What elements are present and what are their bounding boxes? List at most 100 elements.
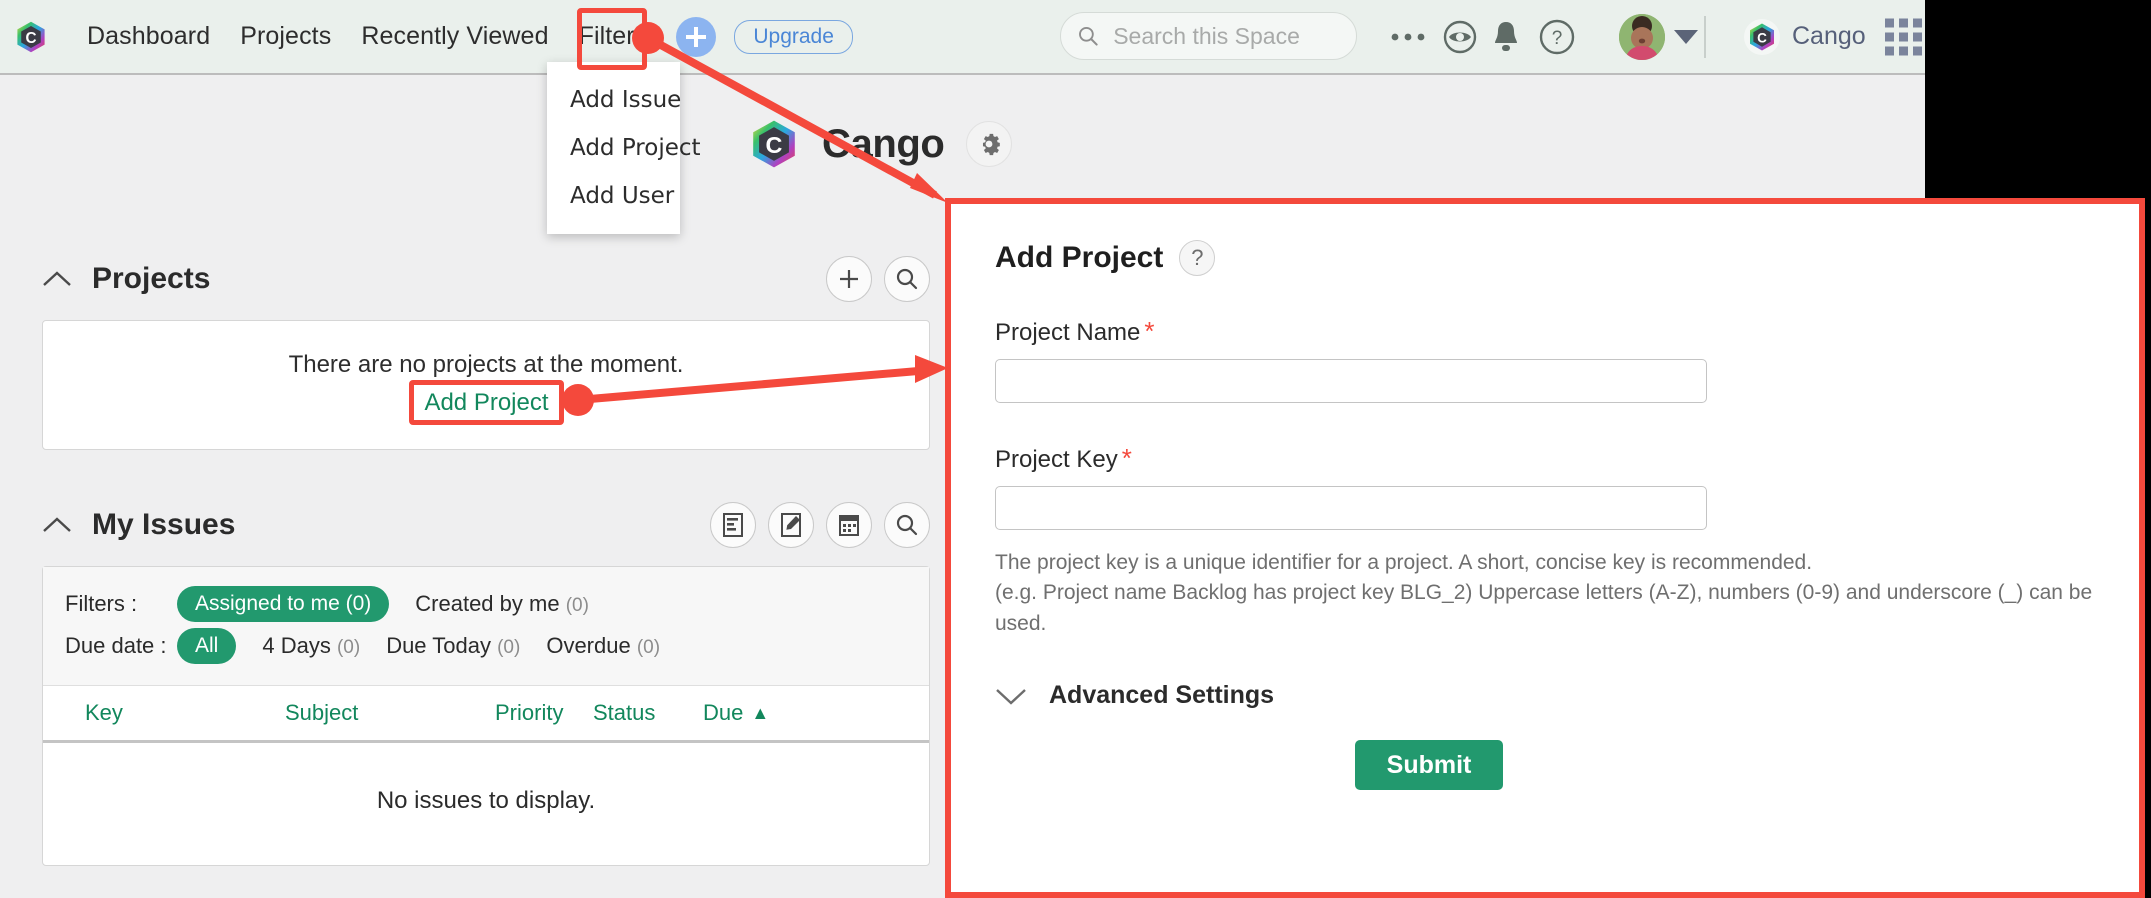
filters-label: Filters : xyxy=(65,591,138,616)
project-key-label-text: Project Key xyxy=(995,446,1118,473)
project-name-input[interactable] xyxy=(995,359,1707,403)
issues-table-header: Key Subject Priority Status Due ▲ xyxy=(43,686,929,743)
add-menu-plus-button[interactable] xyxy=(676,16,717,57)
screenshot-root: C Dashboard Projects Recently Viewed Fil… xyxy=(0,0,2151,898)
svg-text:?: ? xyxy=(1552,28,1563,49)
grid-dot xyxy=(1899,18,1908,27)
filter-label-text: Created by me xyxy=(415,591,560,616)
eye-icon xyxy=(1443,20,1477,53)
required-marker: * xyxy=(1121,443,1132,473)
due-filter-due-today[interactable]: Due Today (0) xyxy=(386,633,520,659)
grid-dot xyxy=(1913,46,1922,55)
due-filter-count: (0) xyxy=(497,637,521,658)
annotation-add-project-link-text[interactable]: Add Project xyxy=(414,385,559,420)
left-column: Projects There are no projects at the mo… xyxy=(42,250,930,866)
edit-pencil-icon xyxy=(781,513,801,537)
add-project-title-row: Add Project ? xyxy=(995,240,2095,276)
due-filter-count: (0) xyxy=(336,637,361,658)
column-header-priority[interactable]: Priority xyxy=(495,700,593,726)
user-avatar[interactable] xyxy=(1619,13,1665,60)
plus-icon xyxy=(840,270,858,288)
search-icon xyxy=(896,268,918,290)
search-issues-icon-button[interactable] xyxy=(884,502,930,548)
help-icon[interactable]: ? xyxy=(1179,240,1216,276)
search-icon xyxy=(896,514,918,536)
nav-link-recently-viewed[interactable]: Recently Viewed xyxy=(346,22,563,51)
apps-grid-icon[interactable] xyxy=(1885,18,1922,55)
projects-header-actions xyxy=(826,256,930,302)
filters-row: Filters : Assigned to me (0) Created by … xyxy=(65,583,907,625)
menu-item-add-user[interactable]: Add User xyxy=(547,172,680,220)
space-logo-icon: C xyxy=(1744,18,1780,55)
grid-dot xyxy=(1885,46,1894,55)
add-dropdown-menu: Add Issue Add Project Add User xyxy=(547,62,701,234)
filter-assigned-to-me[interactable]: Assigned to me (0) xyxy=(177,586,390,622)
filter-label-text: Assigned to me xyxy=(195,592,340,615)
nav-link-dashboard[interactable]: Dashboard xyxy=(72,22,225,51)
grid-dot xyxy=(1885,32,1894,41)
space-header: C Cango xyxy=(748,118,1013,170)
notifications-button[interactable] xyxy=(1490,19,1522,55)
column-header-key[interactable]: Key xyxy=(43,700,285,726)
edit-issue-icon-button[interactable] xyxy=(768,502,814,548)
filter-created-by-me[interactable]: Created by me (0) xyxy=(415,591,589,617)
add-project-panel: Add Project ? Project Name * Project Key *… xyxy=(945,198,2145,898)
filter-count: (0) xyxy=(565,595,589,616)
calendar-view-icon-button[interactable] xyxy=(826,502,872,548)
column-header-status[interactable]: Status xyxy=(593,700,703,726)
search-projects-icon-button[interactable] xyxy=(884,256,930,302)
nav-link-projects[interactable]: Projects xyxy=(225,22,346,51)
due-date-label: Due date : xyxy=(65,633,167,658)
chevron-down-icon xyxy=(996,688,1026,705)
add-project-form: Add Project ? Project Name * Project Key *… xyxy=(951,204,2139,826)
chevron-up-icon[interactable] xyxy=(42,516,72,534)
issues-empty-text: No issues to display. xyxy=(376,787,596,814)
nav-link-filters[interactable]: Filters xyxy=(564,22,663,51)
column-header-due[interactable]: Due ▲ xyxy=(703,700,769,726)
space-settings-button[interactable] xyxy=(966,121,1013,167)
help-button[interactable]: ? xyxy=(1538,18,1576,56)
svg-text:C: C xyxy=(1757,30,1767,45)
calendar-icon xyxy=(839,515,859,536)
search-box[interactable] xyxy=(1060,12,1357,60)
due-filter-4-days[interactable]: 4 Days (0) xyxy=(262,633,360,659)
watch-button[interactable] xyxy=(1442,19,1478,55)
submit-button[interactable]: Submit xyxy=(1355,740,1503,791)
advanced-settings-toggle[interactable]: Advanced Settings xyxy=(995,681,2095,710)
plus-icon xyxy=(686,26,707,47)
column-header-subject[interactable]: Subject xyxy=(285,700,495,726)
project-name-label-text: Project Name xyxy=(995,319,1141,346)
filter-count: (0) xyxy=(345,592,372,615)
grid-dot xyxy=(1899,32,1908,41)
nav-divider xyxy=(1704,16,1706,58)
space-hex-svg: C xyxy=(1750,23,1774,50)
user-menu-caret-icon[interactable] xyxy=(1674,29,1698,44)
projects-section-header: Projects xyxy=(42,250,930,308)
due-filter-overdue[interactable]: Overdue (0) xyxy=(546,633,660,659)
menu-item-add-issue[interactable]: Add Issue xyxy=(547,76,681,124)
menu-item-add-project[interactable]: Add Project xyxy=(547,124,701,172)
chevron-up-icon[interactable] xyxy=(42,270,72,288)
gantt-view-icon-button[interactable] xyxy=(710,502,756,548)
grid-dot xyxy=(1899,46,1908,55)
my-issues-section-title: My Issues xyxy=(92,508,236,541)
more-options-button[interactable] xyxy=(1390,31,1426,43)
due-filter-all[interactable]: All xyxy=(177,628,237,664)
nav-links: Dashboard Projects Recently Viewed Filte… xyxy=(72,22,662,51)
add-project-icon-button[interactable] xyxy=(826,256,872,302)
project-key-help-line-2: (e.g. Project name Backlog has project k… xyxy=(995,581,2093,635)
page-title: Cango xyxy=(822,121,945,166)
cango-hex-svg: C xyxy=(17,21,45,52)
search-icon xyxy=(1079,26,1098,46)
project-name-label: Project Name * xyxy=(995,316,2095,347)
due-date-row: Due date : All 4 Days (0) Due Today (0) … xyxy=(65,625,907,667)
grid-dot xyxy=(1913,32,1922,41)
required-marker: * xyxy=(1144,316,1155,346)
search-input[interactable] xyxy=(1111,21,1340,51)
column-header-due-label: Due xyxy=(703,700,744,725)
cango-logo-icon[interactable]: C xyxy=(14,20,48,54)
project-key-input[interactable] xyxy=(995,486,1707,530)
upgrade-button[interactable]: Upgrade xyxy=(734,19,853,54)
due-filter-label-text: 4 Days xyxy=(262,633,331,658)
space-switcher[interactable]: C Cango xyxy=(1744,18,1866,55)
